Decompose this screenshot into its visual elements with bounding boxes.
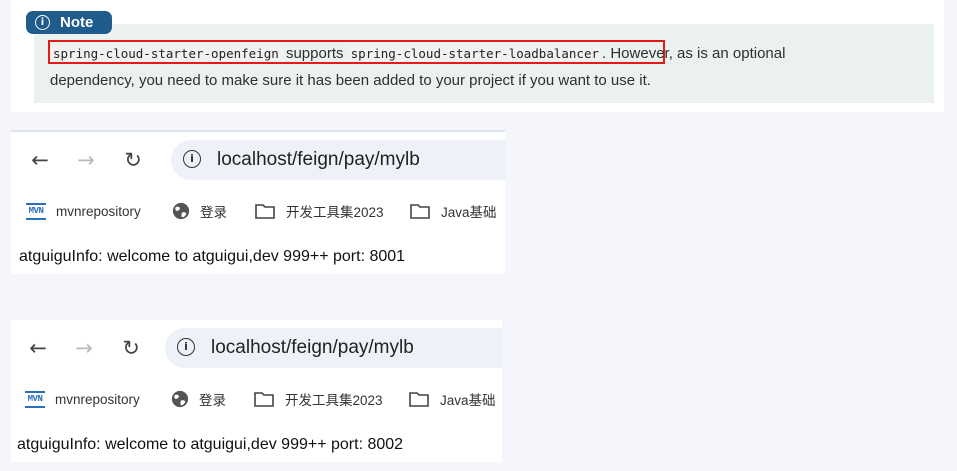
globe-icon <box>171 390 189 408</box>
forward-arrow-icon[interactable]: → <box>73 337 95 359</box>
back-arrow-icon[interactable]: ← <box>27 337 49 359</box>
browser-toolbar: ← → ↻ i localhost/feign/pay/mylb <box>11 132 505 190</box>
info-icon: i <box>35 15 50 30</box>
bookmark-label: mvnrepository <box>56 203 141 219</box>
bookmark-mvnrepository[interactable]: MVN mvnrepository <box>25 384 140 414</box>
code-loadbalancer: spring-cloud-starter-loadbalancer <box>347 45 603 62</box>
bookmark-label: 登录 <box>199 393 226 408</box>
browser-window-2: ← → ↻ i localhost/feign/pay/mylb MVN mvn… <box>11 320 502 462</box>
code-openfeign: spring-cloud-starter-openfeign <box>50 45 282 62</box>
bookmark-label: 开发工具集2023 <box>285 393 383 408</box>
bookmarks-bar: MVN mvnrepository 登录 开发工具集2023 Java基础 <box>11 196 505 226</box>
browser-window-1: ← → ↻ i localhost/feign/pay/mylb MVN mvn… <box>11 130 505 274</box>
bookmark-label: mvnrepository <box>55 391 140 407</box>
bookmark-login[interactable]: 登录 <box>171 384 226 414</box>
site-info-icon[interactable]: i <box>177 338 195 356</box>
bookmark-java-folder[interactable]: Java基础 <box>409 384 496 414</box>
note-admonition: spring-cloud-starter-openfeign supports … <box>11 0 944 112</box>
note-body: spring-cloud-starter-openfeign supports … <box>34 24 934 103</box>
page-response-text: atguiguInfo: welcome to atguigui,dev 999… <box>17 436 404 453</box>
url-text[interactable]: localhost/feign/pay/mylb <box>217 149 420 171</box>
note-tail-text: . However, as is an optional <box>602 45 786 62</box>
bookmark-label: 登录 <box>200 205 227 220</box>
folder-icon <box>410 204 430 219</box>
url-text[interactable]: localhost/feign/pay/mylb <box>211 337 414 359</box>
bookmark-login[interactable]: 登录 <box>172 196 227 226</box>
note-badge-label: Note <box>60 14 94 31</box>
back-arrow-icon[interactable]: ← <box>29 149 51 171</box>
bookmark-label: 开发工具集2023 <box>286 205 384 220</box>
bookmark-label: Java基础 <box>441 205 497 220</box>
folder-icon <box>409 392 429 407</box>
globe-icon <box>172 202 190 220</box>
page-response-text: atguiguInfo: welcome to atguigui,dev 999… <box>19 248 406 265</box>
bookmark-devtools-folder[interactable]: 开发工具集2023 <box>254 384 383 414</box>
bookmark-java-folder[interactable]: Java基础 <box>410 196 497 226</box>
note-line-2: dependency, you need to make sure it has… <box>50 72 651 89</box>
site-info-icon[interactable]: i <box>183 150 201 168</box>
note-line-1: spring-cloud-starter-openfeign supports … <box>50 40 934 67</box>
bookmark-label: Java基础 <box>440 393 496 408</box>
browser-toolbar: ← → ↻ i localhost/feign/pay/mylb <box>11 320 502 378</box>
reload-icon[interactable]: ↻ <box>120 337 142 359</box>
mvn-icon: MVN <box>26 202 46 220</box>
folder-icon <box>255 204 275 219</box>
bookmarks-bar: MVN mvnrepository 登录 开发工具集2023 Java基础 <box>11 384 502 414</box>
mvn-icon: MVN <box>25 390 45 408</box>
folder-icon <box>254 392 274 407</box>
reload-icon[interactable]: ↻ <box>122 149 144 171</box>
address-bar[interactable]: i localhost/feign/pay/mylb <box>171 140 505 180</box>
note-mid-text: supports <box>281 45 348 62</box>
bookmark-devtools-folder[interactable]: 开发工具集2023 <box>255 196 384 226</box>
forward-arrow-icon[interactable]: → <box>75 149 97 171</box>
note-badge: i Note <box>26 11 112 34</box>
bookmark-mvnrepository[interactable]: MVN mvnrepository <box>26 196 141 226</box>
address-bar[interactable]: i localhost/feign/pay/mylb <box>165 328 502 368</box>
